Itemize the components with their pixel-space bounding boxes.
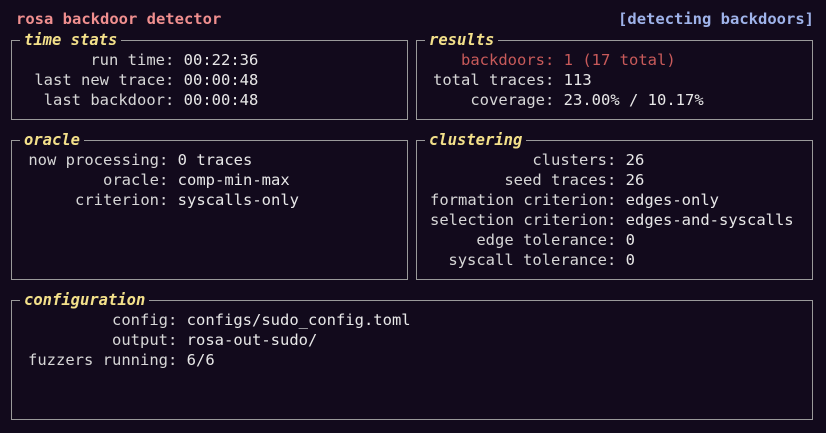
backdoors-row: backdoors: 1 (17 total) [430,50,704,70]
now-processing-row: now processing: 0 traces [25,150,299,170]
coverage-row: coverage: 23.00% / 10.17% [430,90,704,110]
oracle-title: oracle [20,130,84,150]
clusters-value: 26 [625,151,645,169]
backdoors-value: 1 (17 total) [563,51,676,69]
configuration-panel: configuration config: configs/sudo_confi… [11,290,813,420]
seed-traces-value: 26 [625,171,645,189]
run-time-label: run time [90,51,165,69]
fuzzers-running-row: fuzzers running: 6/6 [25,350,411,370]
oracle-label: oracle [103,171,159,189]
fuzzers-running-label: fuzzers running [28,351,168,369]
now-processing-value: 0 traces [177,151,253,169]
criterion-value: syscalls-only [177,191,299,209]
syscall-tolerance-label: syscall tolerance [448,251,607,269]
clusters-label: clusters [532,151,607,169]
results-panel: results backdoors: 1 (17 total) total tr… [416,30,813,120]
now-processing-label: now processing [28,151,159,169]
syscall-tolerance-value: 0 [625,251,636,269]
formation-criterion-row: formation criterion: edges-only [430,191,719,209]
coverage-label: coverage [470,91,545,109]
output-label: output [112,331,168,349]
oracle-panel: oracle now processing: 0 traces oracle: … [11,130,408,280]
formation-criterion-label: formation criterion [430,191,608,209]
results-title: results [425,30,499,50]
criterion-row: criterion: syscalls-only [25,190,299,210]
total-traces-value: 113 [563,71,592,89]
seed-traces-row: seed traces: 26 [430,170,794,190]
formation-criterion-value: edges-only [625,191,719,209]
edge-tolerance-value: 0 [625,231,636,249]
configuration-title: configuration [20,290,150,310]
last-backdoor-value: 00:00:48 [183,91,259,109]
selection-criterion-row: selection criterion: edges-and-syscalls [430,211,794,229]
edge-tolerance-row: edge tolerance: 0 [430,230,794,250]
edge-tolerance-label: edge tolerance [476,231,607,249]
last-backdoor-label: last backdoor [43,91,165,109]
clustering-panel: clustering clusters: 26 seed traces: 26 … [416,130,813,280]
output-value: rosa-out-sudo/ [186,331,318,349]
config-row: config: configs/sudo_config.toml [25,310,411,330]
selection-criterion-value: edges-and-syscalls [625,211,794,229]
total-traces-row: total traces: 113 [430,70,704,90]
run-time-row: run time: 00:22:36 [25,50,258,70]
total-traces-label: total traces [433,71,545,89]
clusters-row: clusters: 26 [430,150,794,170]
output-row: output: rosa-out-sudo/ [25,330,411,350]
fuzzers-running-value: 6/6 [186,351,215,369]
oracle-row: oracle: comp-min-max [25,170,299,190]
oracle-value: comp-min-max [177,171,290,189]
status-indicator: [detecting backdoors] [618,10,814,28]
backdoors-label: backdoors [461,51,545,69]
last-backdoor-row: last backdoor: 00:00:48 [25,90,259,110]
last-new-trace-label: last new trace [34,71,165,89]
last-new-trace-row: last new trace: 00:00:48 [25,70,258,90]
config-value: configs/sudo_config.toml [186,311,411,329]
last-new-trace-value: 00:00:48 [183,71,259,89]
clustering-title: clustering [425,130,527,150]
seed-traces-label: seed traces [504,171,607,189]
run-time-value: 00:22:36 [183,51,259,69]
criterion-label: criterion [75,191,159,209]
coverage-value: 23.00% / 10.17% [563,91,704,109]
config-label: config [112,311,168,329]
time-stats-title: time stats [20,30,122,50]
syscall-tolerance-row: syscall tolerance: 0 [430,250,794,270]
selection-criterion-label: selection criterion [430,211,608,229]
app-title: rosa backdoor detector [16,10,222,28]
time-stats-panel: time stats run time: 00:22:36 last new t… [11,30,408,120]
